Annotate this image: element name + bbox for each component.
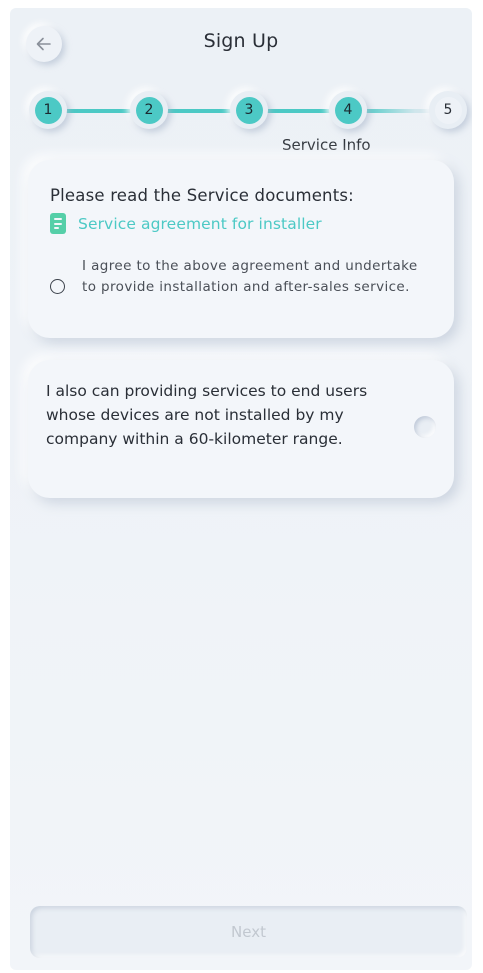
step-connector bbox=[260, 109, 340, 113]
service-agreement-link[interactable]: Service agreement for installer bbox=[50, 213, 322, 234]
agreement-radio[interactable] bbox=[50, 279, 65, 294]
document-icon bbox=[50, 213, 66, 234]
current-step-caption: Service Info bbox=[282, 136, 371, 154]
step-4: 4 bbox=[329, 91, 367, 129]
service-documents-heading: Please read the Service documents: bbox=[50, 186, 354, 205]
step-connector bbox=[360, 109, 438, 113]
extra-service-card: I also can providing services to end use… bbox=[28, 360, 454, 498]
step-number: 4 bbox=[334, 96, 362, 124]
progress-stepper: 1 2 3 4 5 Service Info bbox=[10, 88, 472, 158]
step-number: 1 bbox=[34, 96, 62, 124]
agreement-text: I agree to the above agreement and under… bbox=[82, 258, 418, 295]
step-2: 2 bbox=[130, 91, 168, 129]
step-5: 5 bbox=[429, 91, 467, 129]
service-agreement-link-text: Service agreement for installer bbox=[78, 214, 322, 233]
service-documents-card: Please read the Service documents: Servi… bbox=[28, 160, 454, 338]
step-number: 2 bbox=[135, 96, 163, 124]
extra-service-text: I also can providing services to end use… bbox=[46, 382, 368, 448]
step-number: 5 bbox=[434, 96, 462, 124]
step-connector bbox=[58, 109, 138, 113]
step-3: 3 bbox=[230, 91, 268, 129]
sign-up-screen: Sign Up 1 2 3 4 5 Service Info Please re… bbox=[10, 8, 472, 970]
extra-service-radio[interactable] bbox=[414, 416, 436, 438]
step-number: 3 bbox=[235, 96, 263, 124]
page-title: Sign Up bbox=[203, 30, 279, 52]
next-button[interactable]: Next bbox=[30, 906, 467, 958]
step-connector bbox=[160, 109, 240, 113]
step-1: 1 bbox=[29, 91, 67, 129]
